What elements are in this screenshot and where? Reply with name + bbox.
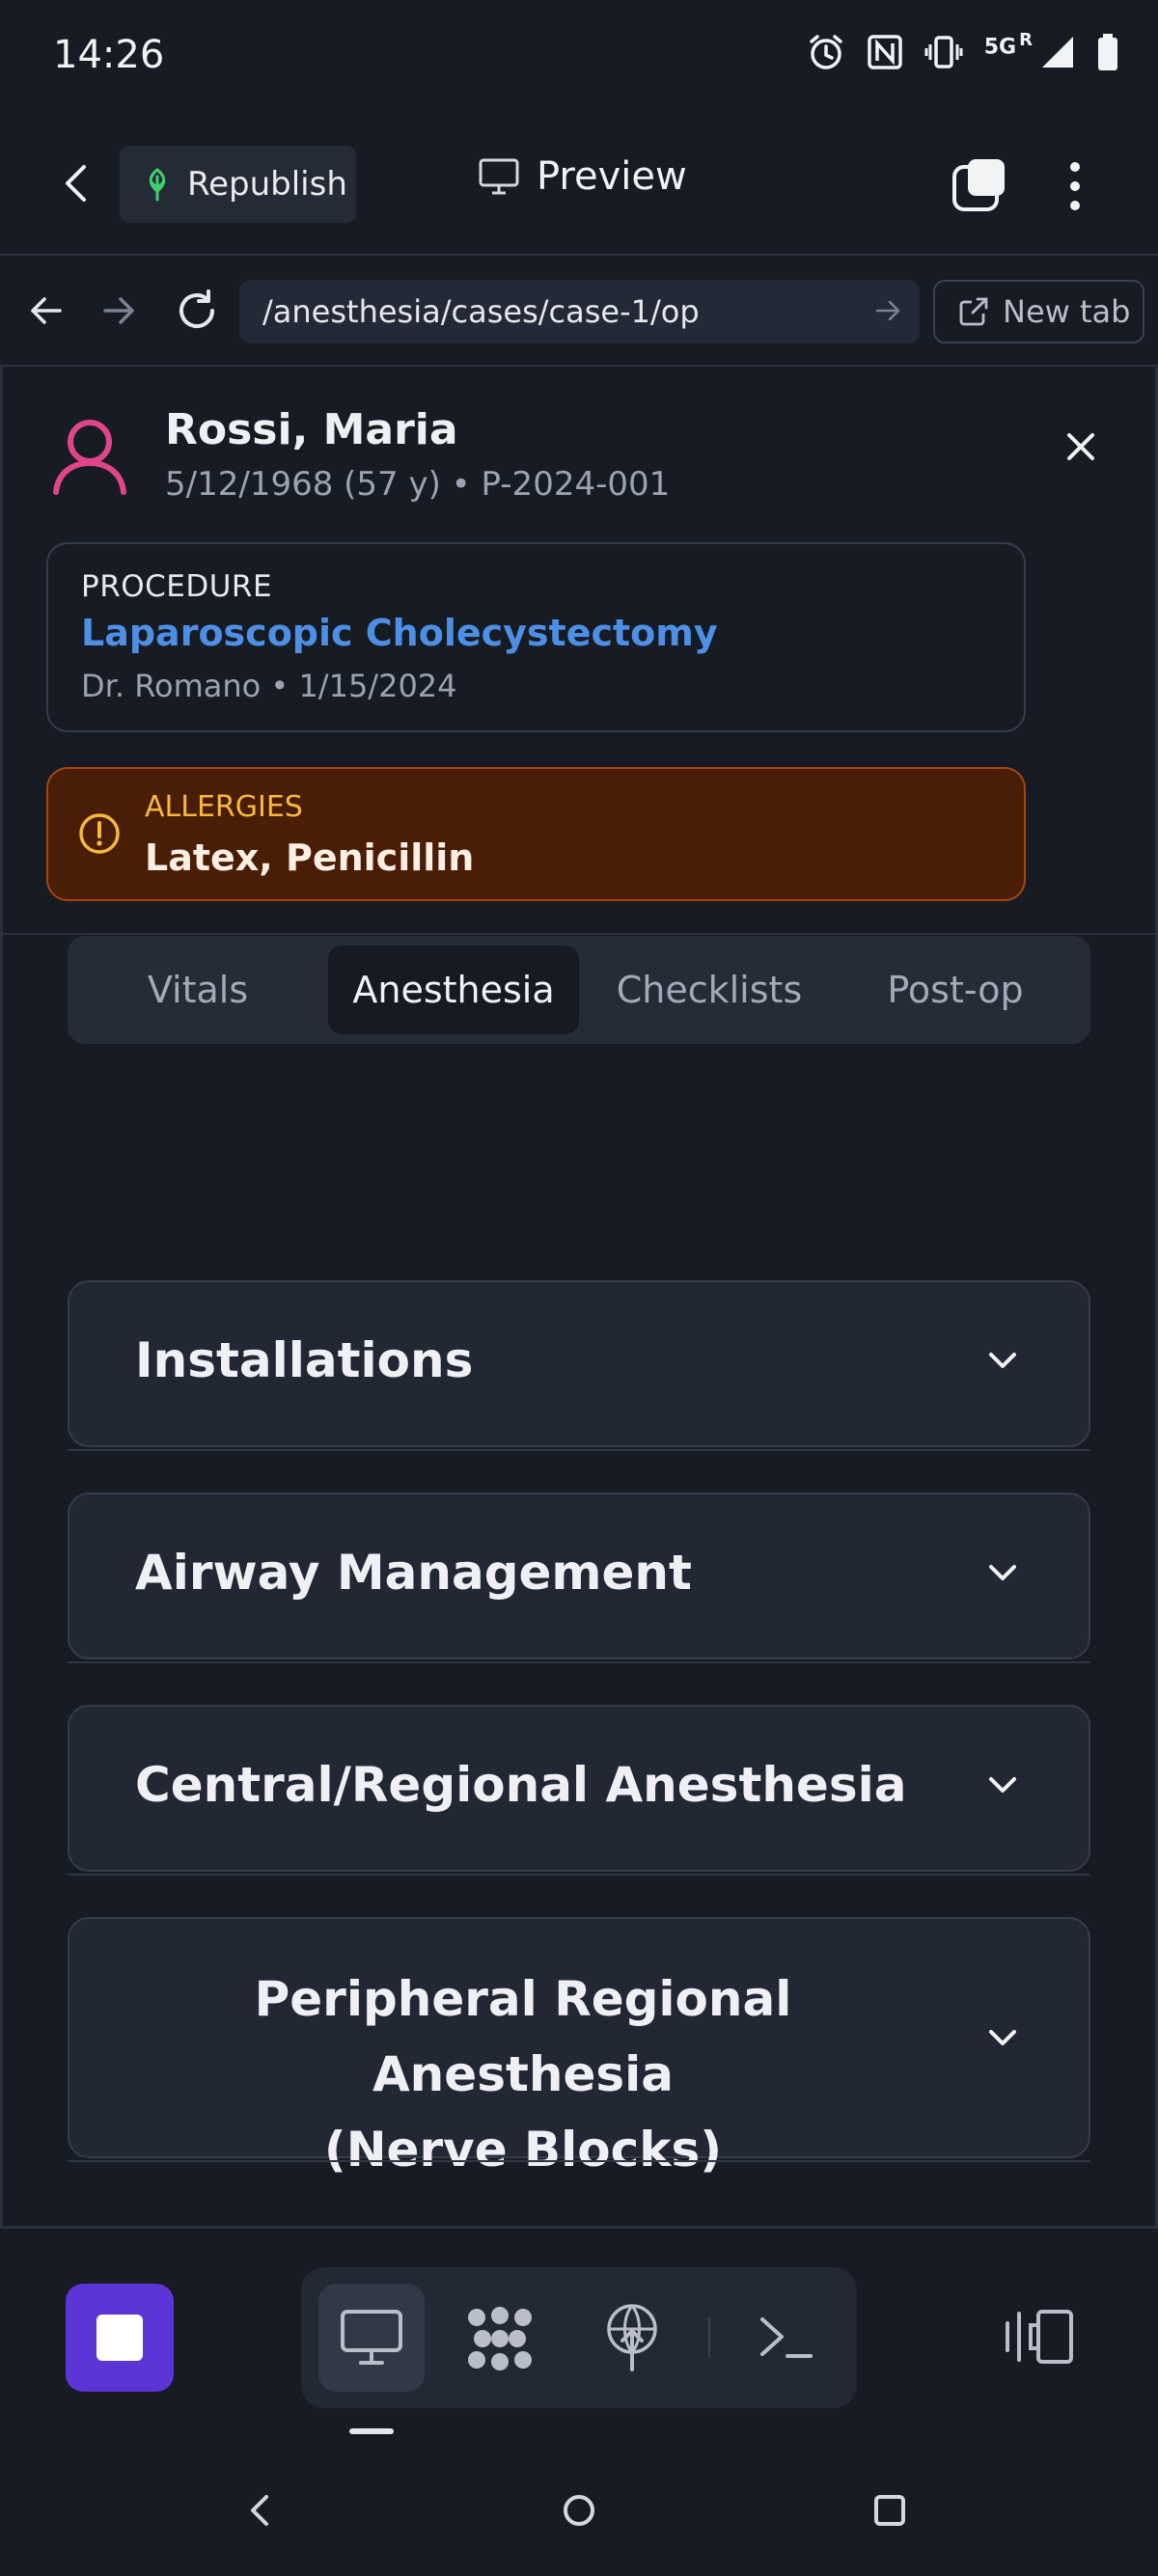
system-home-icon bbox=[564, 2495, 594, 2526]
procedure-meta: Dr. Romano • 1/15/2024 bbox=[81, 668, 457, 704]
preview-label: Preview bbox=[537, 154, 687, 199]
section-title: Installations bbox=[135, 1332, 474, 1388]
section-installations[interactable]: Installations bbox=[68, 1280, 1090, 1447]
nfc-icon bbox=[867, 34, 903, 70]
chevron-down-icon bbox=[986, 1350, 1019, 1371]
more-options-button[interactable] bbox=[1062, 157, 1089, 215]
status-icons: 5G R bbox=[807, 29, 1119, 71]
reload-icon bbox=[179, 289, 214, 328]
back-button[interactable] bbox=[53, 159, 101, 207]
section-divider bbox=[68, 2160, 1090, 2162]
section-divider bbox=[68, 1661, 1090, 1663]
tab-strip: Vitals Anesthesia Checklists Post-op bbox=[68, 936, 1090, 1044]
allergy-label: ALLERGIES bbox=[145, 790, 303, 824]
republish-label: Republish bbox=[187, 165, 347, 204]
split-view-icon bbox=[1006, 2310, 1073, 2364]
section-title: Peripheral Regional Anesthesia (Nerve Bl… bbox=[108, 1961, 938, 2187]
go-arrow-icon bbox=[875, 300, 900, 321]
patient-avatar-icon bbox=[48, 413, 131, 496]
procedure-card: PROCEDURE Laparoscopic Cholecystectomy D… bbox=[46, 542, 1026, 732]
leaf-icon bbox=[141, 167, 174, 202]
url-go-button[interactable] bbox=[873, 296, 902, 325]
signal-icon bbox=[1040, 35, 1075, 69]
preview-toggle[interactable]: Preview bbox=[479, 154, 687, 199]
section-title: Central/Regional Anesthesia bbox=[135, 1757, 907, 1813]
tab-post-op[interactable]: Post-op bbox=[840, 945, 1071, 1034]
tab-anesthesia[interactable]: Anesthesia bbox=[328, 945, 579, 1034]
monitor-icon bbox=[479, 158, 519, 195]
patient-meta: 5/12/1968 (57 y) • P-2024-001 bbox=[165, 465, 671, 504]
tab-vitals[interactable]: Vitals bbox=[87, 945, 309, 1034]
nav-forward-button[interactable] bbox=[99, 291, 138, 330]
procedure-label: PROCEDURE bbox=[81, 569, 273, 604]
mode-divider bbox=[708, 2317, 710, 2358]
url-bar[interactable]: /anesthesia/cases/case-1/op bbox=[239, 280, 920, 343]
deploy-button[interactable] bbox=[604, 2302, 660, 2371]
battery-icon bbox=[1096, 33, 1119, 71]
section-title-line-2: (Nerve Blocks) bbox=[323, 2122, 723, 2178]
close-icon bbox=[1067, 433, 1094, 460]
system-recents-button[interactable] bbox=[872, 2493, 907, 2528]
nav-forward-icon bbox=[103, 297, 134, 324]
allergy-alert: ALLERGIES Latex, Penicillin bbox=[46, 767, 1026, 901]
apps-button[interactable] bbox=[463, 2304, 537, 2373]
external-link-icon bbox=[958, 296, 989, 327]
more-vertical-icon bbox=[1070, 162, 1080, 210]
alert-circle-icon bbox=[77, 811, 122, 856]
section-divider bbox=[68, 1874, 1090, 1876]
new-tab-button[interactable]: New tab bbox=[933, 280, 1144, 343]
terminal-icon bbox=[760, 2317, 813, 2358]
status-time: 14:26 bbox=[53, 33, 165, 77]
section-title-line-1: Peripheral Regional Anesthesia bbox=[254, 1971, 792, 2102]
desktop-icon bbox=[340, 2309, 403, 2367]
new-tab-label: New tab bbox=[1003, 293, 1131, 330]
system-back-icon bbox=[251, 2495, 268, 2526]
back-arrow-icon bbox=[66, 165, 86, 202]
procedure-name: Laparoscopic Cholecystectomy bbox=[81, 612, 718, 654]
section-airway-management[interactable]: Airway Management bbox=[68, 1493, 1090, 1659]
header-divider bbox=[0, 933, 1158, 935]
section-divider bbox=[68, 1449, 1090, 1451]
terminal-button[interactable] bbox=[758, 2314, 813, 2362]
system-home-button[interactable] bbox=[560, 2491, 598, 2530]
stop-icon bbox=[96, 2315, 143, 2361]
tabs-button[interactable] bbox=[951, 157, 1008, 215]
patient-name: Rossi, Maria bbox=[165, 405, 458, 454]
deploy-icon bbox=[607, 2304, 657, 2371]
dock-active-indicator bbox=[349, 2428, 394, 2434]
apps-icon bbox=[468, 2307, 532, 2370]
nav-back-icon bbox=[31, 297, 62, 324]
section-peripheral-regional-anesthesia[interactable]: Peripheral Regional Anesthesia (Nerve Bl… bbox=[68, 1917, 1090, 2178]
reload-button[interactable] bbox=[174, 288, 220, 334]
chevron-down-icon bbox=[986, 1562, 1019, 1583]
section-title: Airway Management bbox=[135, 1545, 692, 1601]
chevron-down-icon bbox=[986, 2027, 1019, 2048]
allergy-value: Latex, Penicillin bbox=[145, 836, 475, 879]
alarm-icon bbox=[807, 33, 845, 71]
republish-button[interactable]: Republish bbox=[120, 146, 356, 223]
close-button[interactable] bbox=[1062, 427, 1100, 466]
nav-back-button[interactable] bbox=[27, 291, 66, 330]
section-central-regional-anesthesia[interactable]: Central/Regional Anesthesia bbox=[68, 1705, 1090, 1872]
system-back-button[interactable] bbox=[243, 2491, 278, 2530]
network-label: 5G R bbox=[983, 29, 1033, 60]
split-view-button[interactable] bbox=[1004, 2308, 1077, 2366]
tabs-icon bbox=[952, 159, 1005, 211]
vibrate-icon bbox=[924, 33, 963, 71]
system-recents-icon bbox=[874, 2495, 905, 2526]
chevron-down-icon bbox=[986, 1774, 1019, 1795]
url-text: /anesthesia/cases/case-1/op bbox=[262, 293, 700, 330]
tab-checklists[interactable]: Checklists bbox=[593, 945, 825, 1034]
